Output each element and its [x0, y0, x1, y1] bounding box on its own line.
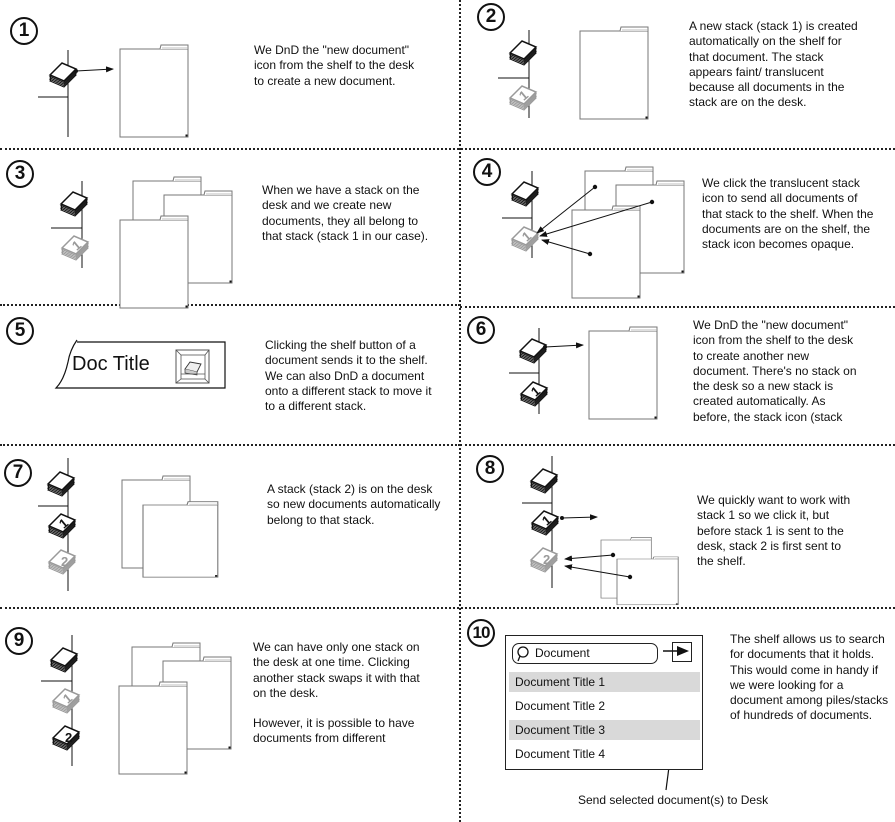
new-document-stack-icon[interactable]	[519, 338, 547, 364]
shelf-list-item[interactable]: Document Title 3	[509, 720, 700, 740]
shelf-search-panel: Document Document Title 1 Document Title…	[505, 635, 703, 770]
send-button-caption: Send selected document(s) to Desk	[578, 793, 769, 807]
shelf-list-item[interactable]: Document Title 2	[509, 696, 700, 716]
panel-2-figure: 1	[498, 26, 649, 120]
search-value: Document	[535, 646, 590, 660]
new-document-stack-icon[interactable]	[509, 40, 537, 66]
panel-3-figure: 1	[51, 176, 233, 309]
shelf-search-input[interactable]: Document	[512, 643, 658, 664]
new-document-stack-icon[interactable]	[511, 181, 539, 207]
new-document-stack-icon[interactable]	[530, 468, 558, 494]
document-page[interactable]	[119, 44, 189, 138]
send-to-desk-button[interactable]	[663, 642, 692, 662]
document-page[interactable]	[118, 681, 188, 775]
panel-8-figure: 1 2	[522, 456, 679, 606]
new-document-stack-icon[interactable]	[49, 62, 77, 88]
document-page[interactable]	[142, 501, 219, 578]
arrow-right-icon	[663, 646, 689, 656]
shelf-button[interactable]	[175, 349, 210, 384]
drag-arrow	[75, 66, 114, 73]
panel-7-figure: 1 2	[38, 458, 219, 591]
new-document-stack-icon[interactable]	[47, 471, 75, 497]
panel-4-figure: 1	[502, 166, 685, 299]
shelf-list-item[interactable]: Document Title 4	[509, 744, 700, 764]
new-document-stack-icon[interactable]	[50, 647, 78, 673]
new-document-stack-icon[interactable]	[60, 191, 88, 217]
document-title: Doc Title	[72, 353, 150, 375]
panel-1-figure	[38, 44, 189, 138]
stack-2-label: 2	[65, 730, 72, 745]
document-page[interactable]	[579, 26, 649, 120]
panel-6-figure: 1	[509, 326, 658, 420]
stack-2-label: 2	[543, 552, 550, 567]
document-page[interactable]	[588, 326, 658, 420]
document-page[interactable]	[616, 556, 679, 606]
shelf-list-item[interactable]: Document Title 1	[509, 672, 700, 692]
panel-9-figure: 1 2	[41, 635, 232, 775]
illustrations: 1 1 1 1 1 2 1 2 1 2	[38, 26, 686, 791]
stack-2-label: 2	[61, 554, 68, 569]
search-icon	[517, 646, 529, 662]
document-page[interactable]	[119, 215, 189, 309]
